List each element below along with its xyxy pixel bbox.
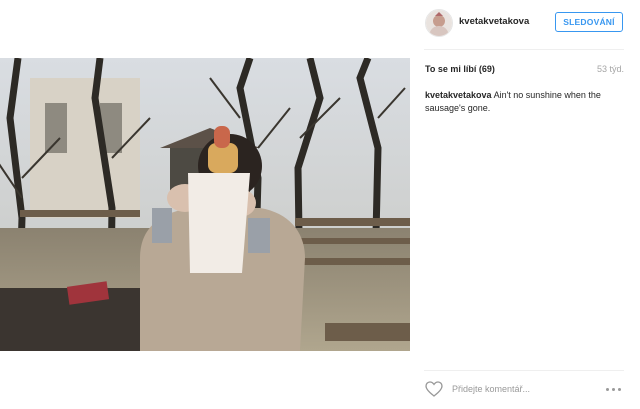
heart-icon — [425, 381, 443, 397]
post-sidebar: kvetakvetakova SLEDOVÁNÍ To se mi líbí (… — [410, 0, 640, 409]
likes-count[interactable]: To se mi líbí (69) — [425, 64, 495, 74]
comment-input[interactable] — [452, 381, 592, 397]
like-button[interactable] — [425, 381, 443, 397]
dot — [612, 387, 615, 391]
caption-username[interactable]: kvetakvetakova — [425, 90, 492, 100]
post-caption: kvetakvetakova Ain't no sunshine when th… — [425, 89, 625, 114]
post-timestamp[interactable]: 53 týd. — [597, 64, 624, 74]
divider — [424, 49, 624, 50]
post-photo[interactable] — [0, 58, 410, 351]
avatar-icon — [426, 10, 452, 36]
post-image-pane — [0, 0, 410, 409]
dot — [606, 387, 609, 391]
post-author-username[interactable]: kvetakvetakova — [459, 16, 529, 27]
dot — [618, 387, 621, 391]
avatar[interactable] — [425, 9, 453, 37]
follow-button[interactable]: SLEDOVÁNÍ — [555, 12, 623, 32]
divider — [424, 370, 624, 371]
post-header: kvetakvetakova SLEDOVÁNÍ — [410, 0, 640, 50]
more-options-icon[interactable] — [606, 385, 624, 393]
